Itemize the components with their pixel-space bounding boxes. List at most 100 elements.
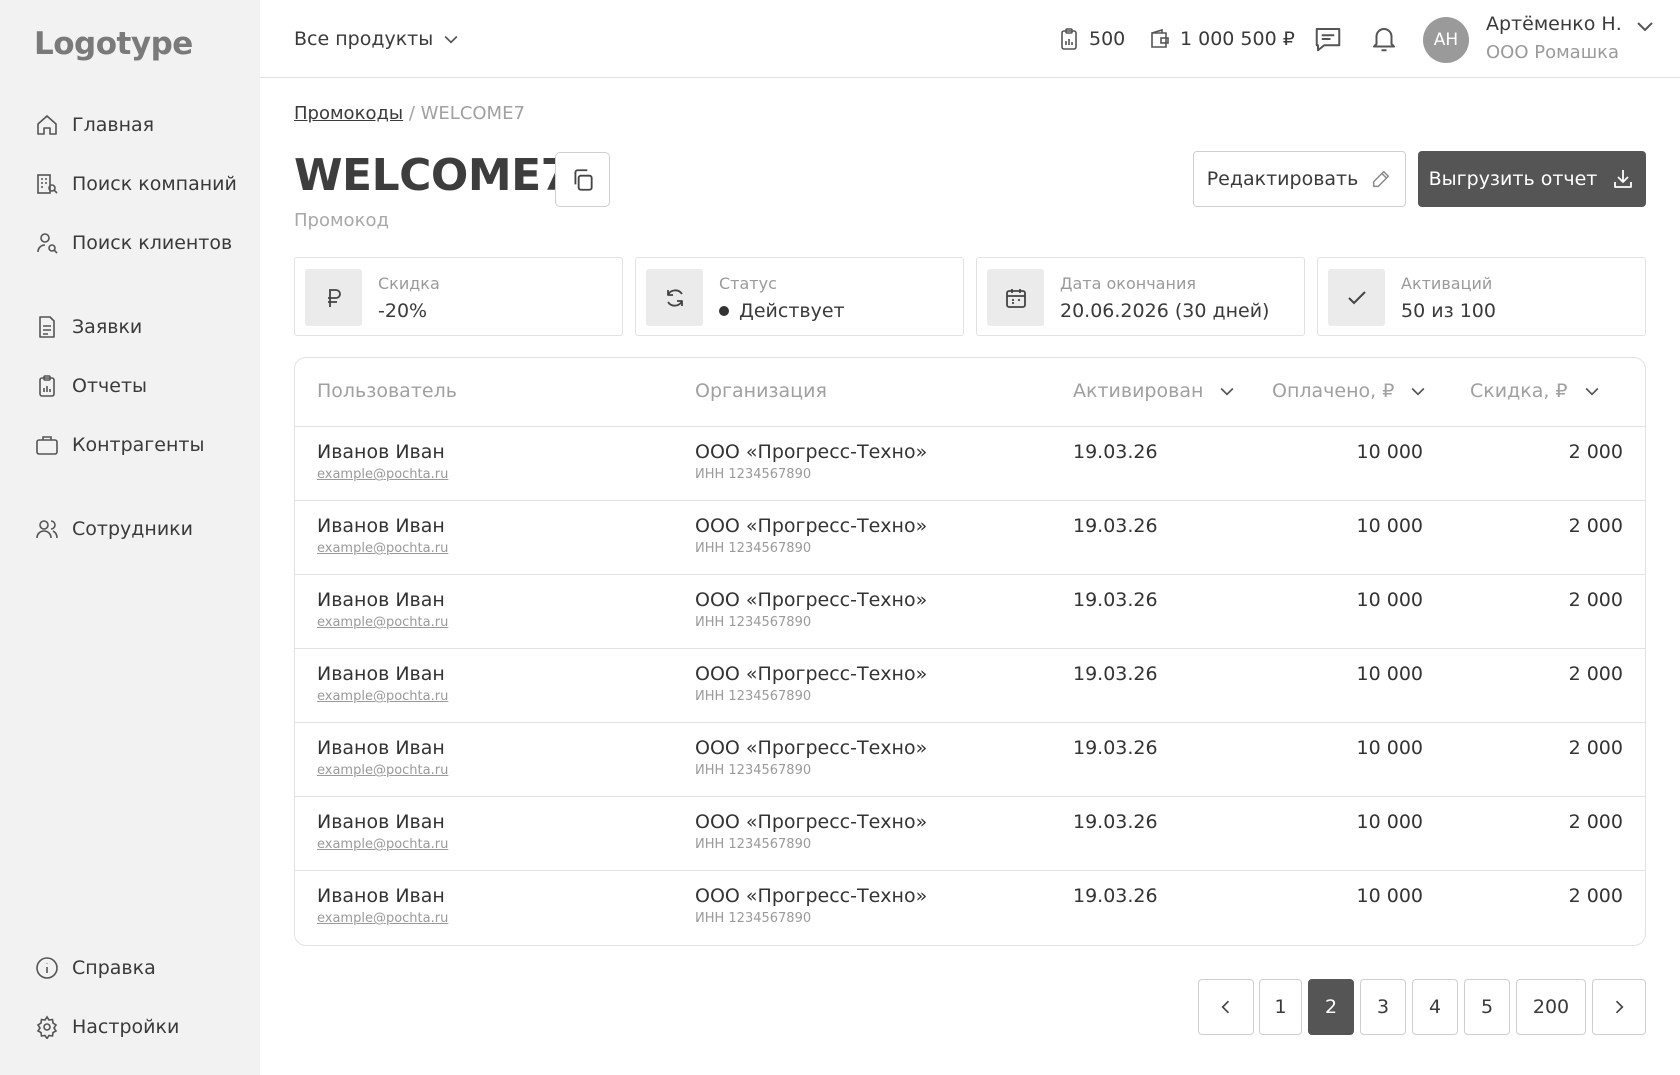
sidebar-item-label: Поиск компаний <box>72 173 237 195</box>
cell-paid: 10 000 <box>1356 811 1423 833</box>
balance: 1 000 500 ₽ <box>1148 24 1295 54</box>
chevron-down-icon <box>444 35 458 44</box>
user-organization: ООО Ромашка <box>1486 42 1620 63</box>
table-row[interactable]: Иванов Иван example@pochta.ru ООО «Прогрес… <box>295 871 1645 945</box>
cell-discount: 2 000 <box>1568 885 1623 907</box>
cell-user-name: Иванов Иван <box>317 515 445 537</box>
cell-paid: 10 000 <box>1356 441 1423 463</box>
cell-activated-date: 19.03.26 <box>1073 515 1158 537</box>
briefcase-icon <box>34 432 60 458</box>
user-name[interactable]: Артёменко Н. <box>1486 13 1622 35</box>
cell-discount: 2 000 <box>1568 515 1623 537</box>
pagination-page[interactable]: 4 <box>1412 979 1458 1035</box>
cell-user-email[interactable]: example@pochta.ru <box>317 911 448 926</box>
cell-discount: 2 000 <box>1568 589 1623 611</box>
chevron-right-icon <box>1615 1000 1624 1014</box>
cell-activated-date: 19.03.26 <box>1073 663 1158 685</box>
chevron-down-icon[interactable] <box>1633 14 1657 38</box>
column-header-paid[interactable]: Оплачено, ₽ <box>1272 380 1428 402</box>
refresh-icon <box>646 269 703 326</box>
chevron-down-icon <box>1220 387 1234 396</box>
sidebar-item-home[interactable]: Главная <box>34 108 154 142</box>
column-header-user: Пользователь <box>317 380 457 402</box>
reports-count: 500 <box>1089 28 1126 50</box>
ruble-icon <box>305 269 362 326</box>
cell-user-email[interactable]: example@pochta.ru <box>317 541 448 556</box>
pagination-page[interactable]: 3 <box>1360 979 1406 1035</box>
card-value: Действует <box>739 300 845 322</box>
avatar[interactable]: АН <box>1423 17 1469 63</box>
card-value: -20% <box>378 300 428 322</box>
export-report-button[interactable]: Выгрузить отчет <box>1418 151 1646 207</box>
cell-user-email[interactable]: example@pochta.ru <box>317 689 448 704</box>
table-row[interactable]: Иванов Иван example@pochta.ru ООО «Прогрес… <box>295 649 1645 723</box>
product-select[interactable]: Все продукты <box>294 22 461 56</box>
cell-user-name: Иванов Иван <box>317 811 445 833</box>
cell-activated-date: 19.03.26 <box>1073 811 1158 833</box>
cell-discount: 2 000 <box>1568 737 1623 759</box>
sidebar-item-label: Контрагенты <box>72 434 205 456</box>
cell-user-email[interactable]: example@pochta.ru <box>317 763 448 778</box>
cell-inn: ИНН 1234567890 <box>695 837 812 852</box>
page-title: WELCOME7 <box>294 150 571 201</box>
cell-discount: 2 000 <box>1568 441 1623 463</box>
sidebar-item-settings[interactable]: Настройки <box>34 1010 179 1044</box>
cell-user-email[interactable]: example@pochta.ru <box>317 467 448 482</box>
balance-value: 1 000 500 ₽ <box>1180 28 1295 50</box>
card-discount: Скидка -20% <box>294 257 623 336</box>
sidebar-item-reports[interactable]: Отчеты <box>34 369 147 403</box>
pagination-next-button[interactable] <box>1592 979 1646 1035</box>
breadcrumb-link-promocodes[interactable]: Промокоды <box>294 103 403 124</box>
pagination-page[interactable]: 200 <box>1516 979 1586 1035</box>
sidebar-item-label: Поиск клиентов <box>72 232 233 254</box>
sidebar-item-label: Справка <box>72 957 156 979</box>
column-header-activated[interactable]: Активирован <box>1073 380 1237 402</box>
sidebar-item-label: Сотрудники <box>72 518 193 540</box>
table-row[interactable]: Иванов Иван example@pochta.ru ООО «Прогрес… <box>295 575 1645 649</box>
sidebar-item-label: Настройки <box>72 1016 180 1038</box>
pagination-prev-button[interactable] <box>1198 979 1254 1035</box>
cell-user-email[interactable]: example@pochta.ru <box>317 837 448 852</box>
notifications-button[interactable] <box>1367 22 1401 56</box>
cell-paid: 10 000 <box>1356 737 1423 759</box>
breadcrumb-separator: / <box>403 103 421 124</box>
sidebar-item-label: Главная <box>72 114 155 136</box>
cell-organization: ООО «Прогресс-Техно» <box>695 589 928 611</box>
edit-button[interactable]: Редактировать <box>1193 151 1406 207</box>
check-icon <box>1328 269 1385 326</box>
cell-inn: ИНН 1234567890 <box>695 541 812 556</box>
pagination-page[interactable]: 1 <box>1259 979 1302 1035</box>
messages-button[interactable] <box>1311 22 1345 56</box>
card-value: 20.06.2026 (30 дней) <box>1060 300 1270 322</box>
sidebar-item-requests[interactable]: Заявки <box>34 310 142 344</box>
cell-inn: ИНН 1234567890 <box>695 911 812 926</box>
cell-inn: ИНН 1234567890 <box>695 467 812 482</box>
column-header-label: Оплачено, ₽ <box>1272 380 1395 402</box>
table-row[interactable]: Иванов Иван example@pochta.ru ООО «Прогрес… <box>295 427 1645 501</box>
reports-counter: 500 <box>1057 24 1125 54</box>
table-row[interactable]: Иванов Иван example@pochta.ru ООО «Прогрес… <box>295 501 1645 575</box>
clipboard-chart-icon <box>34 373 60 399</box>
cell-discount: 2 000 <box>1568 663 1623 685</box>
copy-button[interactable] <box>555 152 610 207</box>
sidebar-item-client-search[interactable]: Поиск клиентов <box>34 226 232 260</box>
pagination-page[interactable]: 5 <box>1464 979 1510 1035</box>
table-row[interactable]: Иванов Иван example@pochta.ru ООО «Прогрес… <box>295 797 1645 871</box>
cell-user-name: Иванов Иван <box>317 589 445 611</box>
column-header-discount[interactable]: Скидка, ₽ <box>1470 380 1602 402</box>
logo[interactable]: Logotype <box>34 26 193 62</box>
sidebar-item-employees[interactable]: Сотрудники <box>34 512 193 546</box>
top-header: Все продукты 500 1 000 500 ₽ АН Артёменк… <box>260 0 1680 78</box>
building-search-icon <box>34 171 60 197</box>
table-header: Пользователь Организация Активирован Опл… <box>295 358 1645 427</box>
chevron-down-icon <box>1585 387 1598 396</box>
pagination-page-current[interactable]: 2 <box>1308 979 1354 1035</box>
sidebar-item-counterparties[interactable]: Контрагенты <box>34 428 204 462</box>
cell-paid: 10 000 <box>1356 663 1423 685</box>
cell-paid: 10 000 <box>1356 885 1423 907</box>
cell-discount: 2 000 <box>1568 811 1623 833</box>
sidebar-item-help[interactable]: Справка <box>34 951 156 985</box>
sidebar-item-company-search[interactable]: Поиск компаний <box>34 167 237 201</box>
table-row[interactable]: Иванов Иван example@pochta.ru ООО «Прогрес… <box>295 723 1645 797</box>
cell-user-email[interactable]: example@pochta.ru <box>317 615 448 630</box>
